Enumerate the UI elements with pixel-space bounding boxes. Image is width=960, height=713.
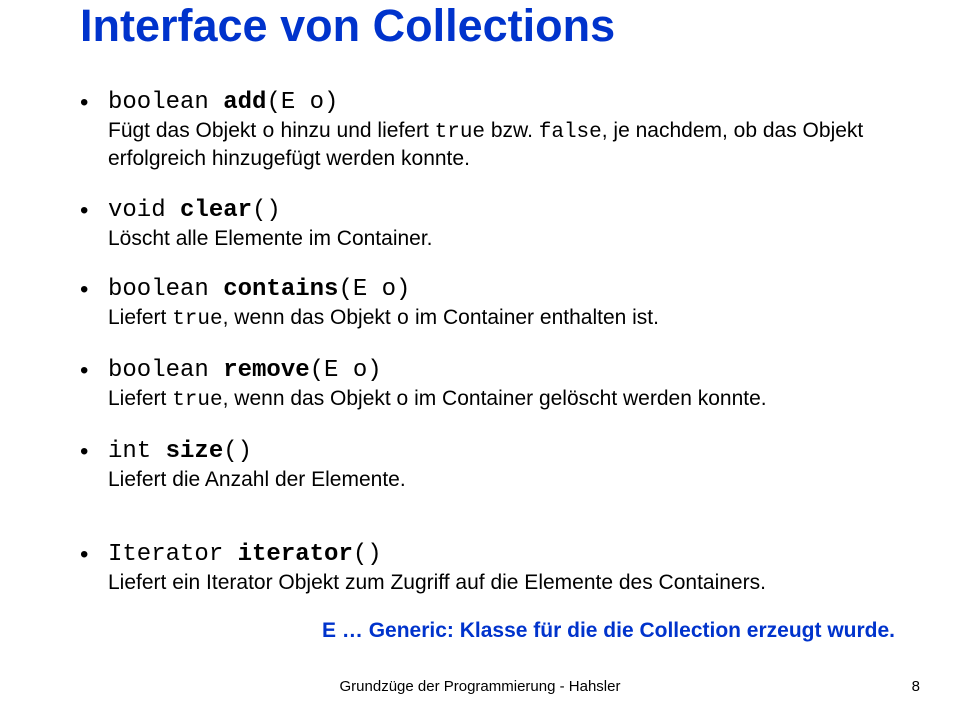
bullet-item: boolean remove(E o) Liefert true, wenn d… — [80, 356, 900, 414]
page-number: 8 — [912, 678, 920, 695]
bullet-list: boolean add(E o) Fügt das Objekt o hinzu… — [80, 88, 900, 596]
method-description: Liefert true, wenn das Objekt o im Conta… — [108, 386, 900, 414]
method-signature: boolean remove(E o) — [108, 357, 382, 384]
method-signature: Iterator iterator() — [108, 541, 382, 568]
method-description: Liefert true, wenn das Objekt o im Conta… — [108, 305, 900, 333]
method-signature: boolean contains(E o) — [108, 276, 410, 303]
bullet-item: Iterator iterator() Liefert ein Iterator… — [80, 540, 900, 596]
method-signature: void clear() — [108, 197, 281, 224]
method-signature: int size() — [108, 438, 252, 465]
slide-content: Interface von Collections boolean add(E … — [0, 0, 960, 643]
method-signature: boolean add(E o) — [108, 89, 338, 116]
bullet-item: boolean contains(E o) Liefert true, wenn… — [80, 275, 900, 333]
bullet-item: void clear() Löscht alle Elemente im Con… — [80, 196, 900, 252]
bullet-item: int size() Liefert die Anzahl der Elemen… — [80, 437, 900, 493]
method-description: Liefert die Anzahl der Elemente. — [108, 467, 900, 493]
slide-title: Interface von Collections — [80, 0, 900, 52]
method-description: Fügt das Objekt o hinzu und liefert true… — [108, 118, 900, 173]
footer-text: Grundzüge der Programmierung - Hahsler — [0, 678, 960, 695]
method-description: Liefert ein Iterator Objekt zum Zugriff … — [108, 570, 900, 596]
generic-note: E … Generic: Klasse für die die Collecti… — [80, 619, 900, 643]
method-description: Löscht alle Elemente im Container. — [108, 226, 900, 252]
bullet-item: boolean add(E o) Fügt das Objekt o hinzu… — [80, 88, 900, 173]
